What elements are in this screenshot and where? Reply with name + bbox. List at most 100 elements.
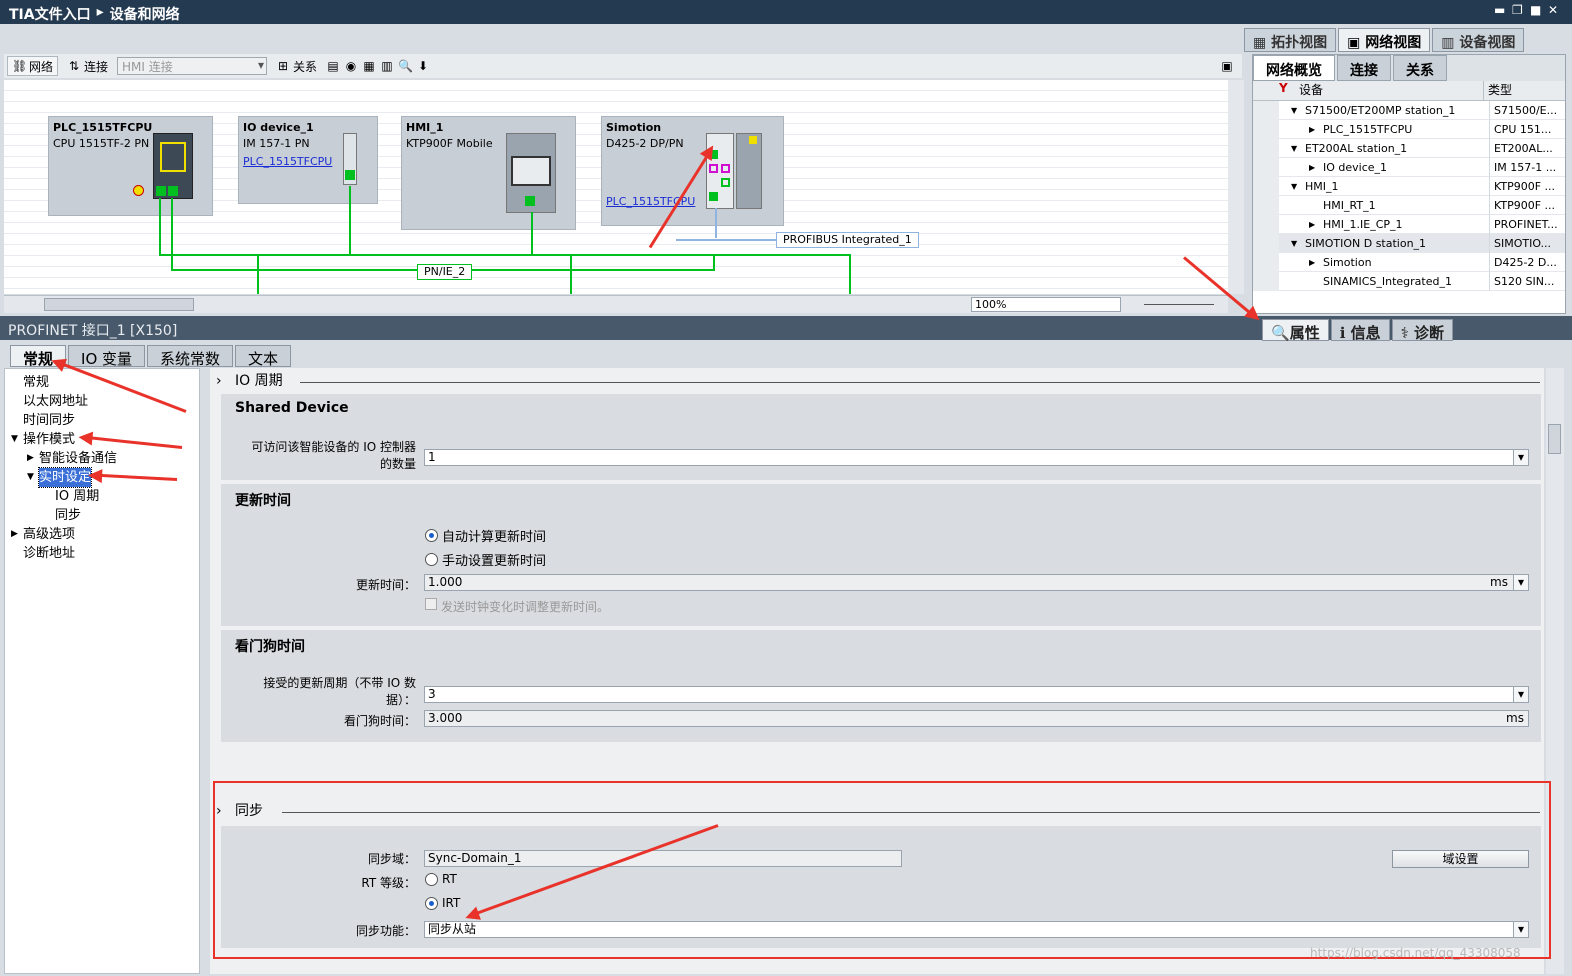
expand-icon[interactable]: ▶	[1309, 253, 1315, 272]
collapse-icon[interactable]: ▼	[1291, 177, 1297, 196]
nav-item[interactable]: 诊断地址	[5, 544, 199, 563]
download-icon[interactable]: ⬇	[416, 59, 430, 73]
hmi-connection-select[interactable]: HMI 连接	[117, 57, 268, 75]
close-icon[interactable]: ✕	[1548, 3, 1562, 17]
network-button[interactable]: ⛓ 网络	[7, 56, 59, 76]
nav-item[interactable]: ▶ 高级选项	[5, 525, 199, 544]
collapse-icon[interactable]: ▼	[1291, 234, 1297, 253]
plc-module-icon	[153, 133, 193, 199]
nav-item[interactable]: 同步	[5, 506, 199, 525]
relation-icon: ⊞	[278, 59, 289, 73]
relation-button[interactable]: ⊞ 关系	[271, 56, 322, 76]
tab-relations[interactable]: 关系	[1393, 55, 1447, 81]
maximize-icon[interactable]: ■	[1530, 3, 1544, 17]
view-tabs: ▦ 拓扑视图 ▣ 网络视图 ▥ 设备视图	[1244, 28, 1526, 52]
tab-info[interactable]: ℹ 信息	[1330, 319, 1390, 342]
manual-update-radio[interactable]: 手动设置更新时间	[425, 550, 546, 569]
expand-icon[interactable]: ▶	[27, 449, 34, 468]
overview-row[interactable]: ▼ ET200AL station_1 ET200AL...	[1253, 138, 1565, 158]
overview-row[interactable]: ▼ SIMOTION D station_1 SIMOTIO...	[1253, 233, 1565, 253]
group-title: 更新时间	[235, 493, 291, 509]
tab-network-view[interactable]: ▣ 网络视图	[1338, 28, 1431, 52]
collapse-icon[interactable]: ▼	[11, 430, 18, 449]
shared-device-count-select[interactable]: 1	[424, 449, 1529, 466]
col-device[interactable]: 设备	[1299, 81, 1483, 100]
table-icon[interactable]: ▥	[380, 59, 394, 73]
overview-row[interactable]: ▶ HMI_1.IE_CP_1 PROFINET...	[1253, 214, 1565, 234]
device-plc[interactable]: PLC_1515TFCPU CPU 1515TF-2 PN	[48, 116, 213, 216]
expand-icon[interactable]: ▶	[1309, 215, 1315, 234]
nav-item-label: 实时设定	[37, 467, 93, 488]
tab-system-constants[interactable]: 系统常数	[147, 345, 234, 368]
page-title: 设备和网络	[109, 7, 180, 23]
scroll-thumb[interactable]	[1548, 424, 1561, 454]
canvas-vertical-scrollbar[interactable]	[1228, 80, 1244, 294]
overview-row-name: HMI_1	[1305, 179, 1339, 193]
nav-item-label: 同步	[55, 508, 82, 523]
device-hmi[interactable]: HMI_1 KTP900F Mobile	[401, 116, 576, 230]
inspector-tabs: 🔍属性 ℹ 信息 ⚕ 诊断	[1262, 319, 1455, 342]
overview-row[interactable]: HMI_RT_1 KTP900F ...	[1253, 195, 1565, 215]
nav-item[interactable]: 时间同步	[5, 411, 199, 430]
tab-diagnostics[interactable]: ⚕ 诊断	[1391, 319, 1453, 342]
expand-icon[interactable]: ▶	[1309, 158, 1315, 177]
expand-icon[interactable]: ▶	[1309, 120, 1315, 139]
scroll-thumb[interactable]	[44, 298, 194, 311]
overview-row[interactable]: ▼ HMI_1 KTP900F ...	[1253, 176, 1565, 196]
grid-icon[interactable]: ▦	[362, 59, 376, 73]
collapse-icon[interactable]: ▼	[1291, 139, 1297, 158]
connect-button[interactable]: ⇅ 连接	[62, 56, 113, 76]
tab-texts[interactable]: 文本	[235, 345, 292, 368]
app-title[interactable]: TIA文件入口	[9, 4, 91, 23]
filter-icon[interactable]: Y	[1279, 81, 1299, 100]
overview-row[interactable]: ▼ S71500/ET200MP station_1 S71500/E...	[1253, 100, 1565, 120]
overview-row-name: SIMOTION D station_1	[1305, 236, 1427, 250]
zoom-slider[interactable]	[1144, 304, 1214, 305]
canvas-horizontal-scrollbar[interactable]: 100%	[4, 295, 1228, 313]
section-io-cycle[interactable]: › IO 周期	[216, 370, 1540, 390]
adjust-update-checkbox[interactable]: 发送时钟变化时调整更新时间。	[425, 598, 609, 615]
device-simotion[interactable]: Simotion D425-2 DP/PN PLC_1515TFCPU	[601, 116, 784, 226]
device-io[interactable]: IO device_1 IM 157-1 PN PLC_1515TFCPU	[238, 116, 378, 204]
overview-row[interactable]: ▶ Simotion D425-2 D...	[1253, 252, 1565, 272]
update-time-field[interactable]: 1.000 ms	[424, 574, 1529, 591]
collapse-icon[interactable]: ▼	[1291, 101, 1297, 120]
group-update-time: 更新时间 自动计算更新时间 手动设置更新时间 更新时间： 1.000 ms 发送…	[221, 484, 1541, 626]
network-label-profibus[interactable]: PROFIBUS Integrated_1	[776, 232, 919, 248]
nav-item[interactable]: IO 周期	[5, 487, 199, 506]
tab-device-view[interactable]: ▥ 设备视图	[1432, 28, 1525, 52]
group-title: Shared Device	[235, 400, 349, 416]
tab-network-overview[interactable]: 网络概览	[1253, 55, 1335, 81]
minimize-icon[interactable]: ▬	[1494, 3, 1508, 17]
col-type[interactable]: 类型	[1483, 81, 1565, 100]
accepted-cycles-select[interactable]: 3	[424, 686, 1529, 703]
zoom-select[interactable]: 100%	[971, 297, 1121, 312]
tab-topology-view[interactable]: ▦ 拓扑视图	[1244, 28, 1337, 52]
title-bar: TIA文件入口 ▸ 设备和网络 ▬ ❐ ■ ✕	[0, 0, 1572, 24]
collapse-icon[interactable]: ▼	[27, 468, 34, 487]
overview-toggle-icon[interactable]: ▣	[1220, 59, 1234, 73]
tab-connections[interactable]: 连接	[1337, 55, 1391, 81]
watchdog-field[interactable]: 3.000 ms	[424, 710, 1529, 727]
device-link[interactable]: PLC_1515TFCPU	[243, 155, 332, 168]
network-label-pn[interactable]: PN/IE_2	[417, 264, 473, 280]
overview-row-name: Simotion	[1323, 255, 1372, 269]
show-names-icon[interactable]: ▤	[326, 59, 340, 73]
network-canvas[interactable]: PLC_1515TFCPU CPU 1515TF-2 PN IO device_…	[4, 80, 1228, 294]
show-addresses-icon[interactable]: ◉	[344, 59, 358, 73]
auto-update-radio[interactable]: 自动计算更新时间	[425, 526, 546, 545]
nav-item[interactable]: ▶ 智能设备通信	[5, 449, 199, 468]
topology-icon: ▦	[1253, 35, 1272, 51]
zoom-icon[interactable]: 🔍	[398, 59, 413, 73]
expand-icon[interactable]: ▶	[11, 525, 18, 544]
overview-row[interactable]: SINAMICS_Integrated_1 S120 SIN...	[1253, 271, 1565, 291]
overview-row[interactable]: ▶ IO device_1 IM 157-1 ...	[1253, 157, 1565, 177]
overview-row-type: ET200AL...	[1489, 138, 1565, 158]
group-watchdog: 看门狗时间 接受的更新周期（不带 IO 数据）： 3 看门狗时间： 3.000 …	[221, 630, 1541, 742]
overview-row[interactable]: ▶ PLC_1515TFCPU CPU 151...	[1253, 119, 1565, 139]
nav-item[interactable]: 常规	[5, 373, 199, 392]
tab-io-tags[interactable]: IO 变量	[68, 345, 146, 368]
tab-properties[interactable]: 🔍属性	[1262, 319, 1329, 342]
nav-item[interactable]: 以太网地址	[5, 392, 199, 411]
restore-icon[interactable]: ❐	[1512, 3, 1526, 17]
